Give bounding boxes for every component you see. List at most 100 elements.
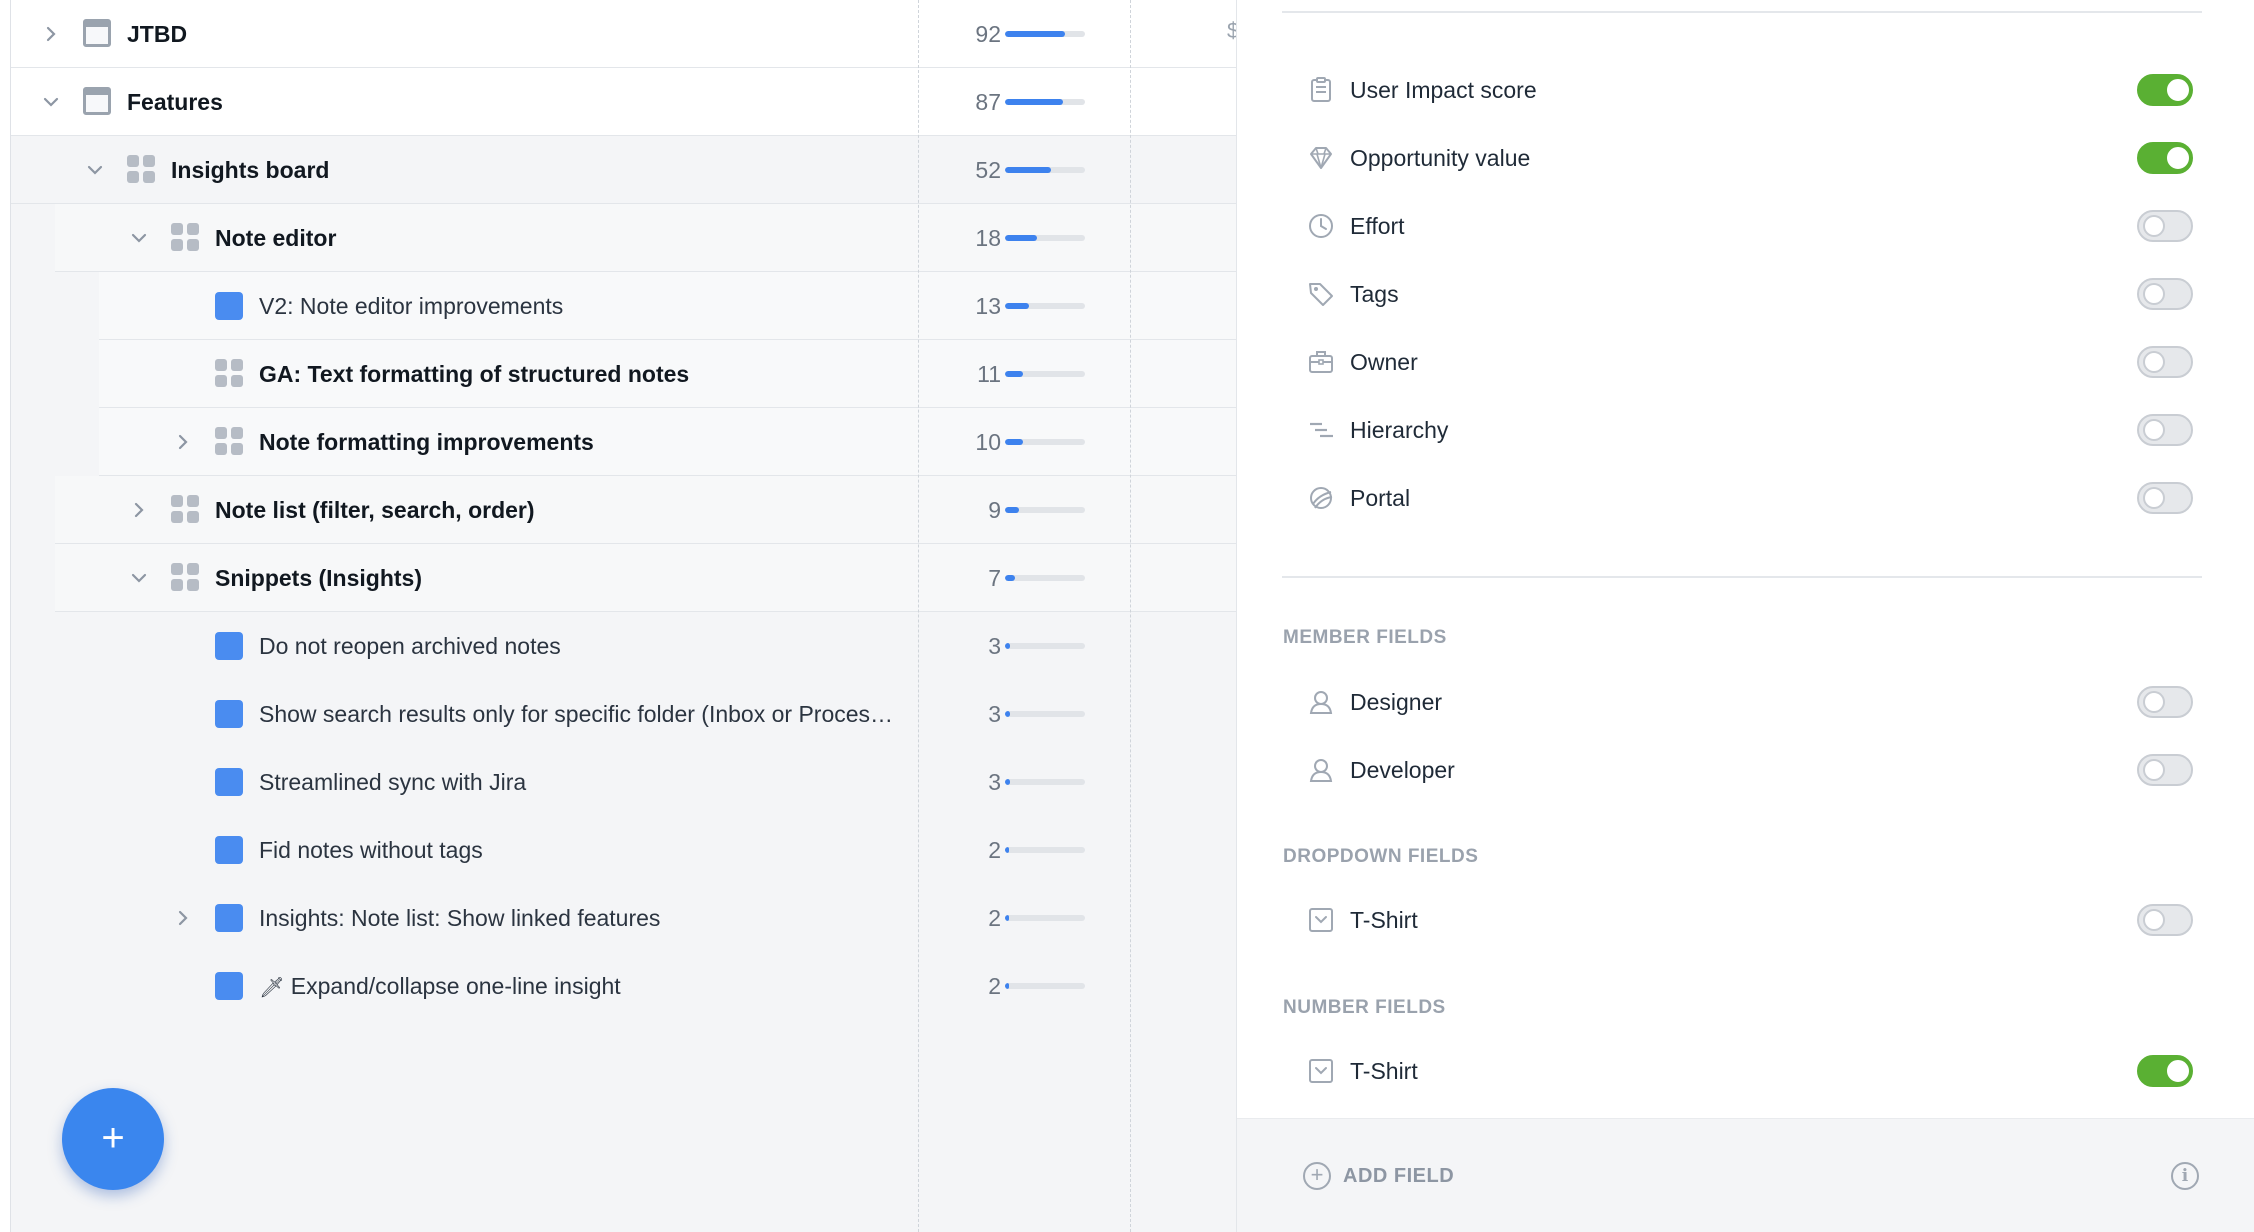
fields-panel: User Impact score Opportunity value Effo… xyxy=(1236,0,2254,1232)
tree-row-feature[interactable]: Insights: Note list: Show linked feature… xyxy=(11,884,1236,952)
chevron-down-icon[interactable] xyxy=(129,228,149,248)
score-value: 7 xyxy=(988,565,1001,591)
person-icon xyxy=(1307,688,1335,716)
row-label: GA: Text formatting of structured notes xyxy=(259,361,690,387)
board-icon xyxy=(171,495,199,523)
row-label: Fid notes without tags xyxy=(259,837,483,863)
score-value: 87 xyxy=(975,89,1001,115)
tree-row-subfeature[interactable]: Note formatting improvements 10 xyxy=(11,408,1236,476)
field-label: Portal xyxy=(1350,485,1411,511)
briefcase-icon xyxy=(1307,348,1335,376)
score-bar xyxy=(1005,507,1085,513)
field-label: T-Shirt xyxy=(1350,907,1418,933)
toggle-tags[interactable] xyxy=(2137,278,2193,310)
window-icon xyxy=(83,87,111,115)
feature-icon xyxy=(215,292,243,320)
add-item-button[interactable]: + xyxy=(62,1088,164,1190)
row-label: Streamlined sync with Jira xyxy=(259,769,527,795)
toggle-designer[interactable] xyxy=(2137,686,2193,718)
feature-icon xyxy=(215,836,243,864)
add-field-button[interactable]: + ADD FIELD xyxy=(1303,1159,1454,1193)
section-title-number-fields: NUMBER FIELDS xyxy=(1283,997,1446,1018)
field-label: Tags xyxy=(1350,281,1399,307)
row-label: Insights board xyxy=(171,157,330,183)
score-bar xyxy=(1005,575,1085,581)
row-label: 🗡 Expand/collapse one-line insight xyxy=(259,973,621,999)
tree-row-features[interactable]: Features 87 xyxy=(11,68,1236,136)
tree-row-subfeature[interactable]: GA: Text formatting of structured notes … xyxy=(11,340,1236,408)
diamond-icon xyxy=(1307,144,1335,172)
field-row-portal: Portal xyxy=(1237,464,2254,532)
field-label: Hierarchy xyxy=(1350,417,1449,443)
toggle-tshirt-number[interactable] xyxy=(2137,1055,2193,1087)
toggle-effort[interactable] xyxy=(2137,210,2193,242)
score-value: 9 xyxy=(988,497,1001,523)
column-divider xyxy=(1130,0,1131,1232)
toggle-portal[interactable] xyxy=(2137,482,2193,514)
score-value: 18 xyxy=(975,225,1001,251)
chevron-right-icon[interactable] xyxy=(173,432,193,452)
toggle-user-impact-score[interactable] xyxy=(2137,74,2193,106)
column-divider xyxy=(918,0,919,1232)
score-bar xyxy=(1005,847,1085,853)
tree-row-note-list[interactable]: Note list (filter, search, order) 9 xyxy=(11,476,1236,544)
feature-icon xyxy=(215,904,243,932)
chevron-down-icon[interactable] xyxy=(41,92,61,112)
score-value: 10 xyxy=(975,429,1001,455)
chevron-down-icon[interactable] xyxy=(85,160,105,180)
row-label: Note formatting improvements xyxy=(259,429,594,455)
toggle-developer[interactable] xyxy=(2137,754,2193,786)
field-row-effort: Effort xyxy=(1237,192,2254,260)
dagger-emoji-icon: 🗡 xyxy=(259,977,285,999)
tree-row-feature[interactable]: Streamlined sync with Jira 3 xyxy=(11,748,1236,816)
field-label: Opportunity value xyxy=(1350,145,1531,171)
field-row-owner: Owner xyxy=(1237,328,2254,396)
tree-row-insights-board[interactable]: Insights board 52 xyxy=(11,136,1236,204)
hierarchy-icon xyxy=(1307,416,1335,444)
info-icon[interactable]: i xyxy=(2171,1162,2199,1190)
score-bar xyxy=(1005,439,1085,445)
chevron-right-icon[interactable] xyxy=(41,24,61,44)
portal-icon xyxy=(1307,484,1335,512)
board-icon xyxy=(215,359,243,387)
score-value: 3 xyxy=(988,701,1001,727)
tree-row-jtbd[interactable]: JTBD 92 xyxy=(11,0,1236,68)
row-label: Insights: Note list: Show linked feature… xyxy=(259,905,661,931)
score-value: 3 xyxy=(988,769,1001,795)
tree-row-note-editor[interactable]: Note editor 18 xyxy=(11,204,1236,272)
tree-row-feature[interactable]: Fid notes without tags 2 xyxy=(11,816,1236,884)
toggle-tshirt-dropdown[interactable] xyxy=(2137,904,2193,936)
score-bar xyxy=(1005,779,1085,785)
toggle-owner[interactable] xyxy=(2137,346,2193,378)
window-icon xyxy=(83,19,111,47)
next-column-clip: $ xyxy=(1227,18,1236,44)
toggle-hierarchy[interactable] xyxy=(2137,414,2193,446)
score-bar xyxy=(1005,303,1085,309)
score-value: 11 xyxy=(977,361,1001,387)
score-bar xyxy=(1005,915,1085,921)
score-value: 2 xyxy=(988,905,1001,931)
panel-footer: + ADD FIELD i xyxy=(1237,1118,2254,1232)
tree-row-feature[interactable]: V2: Note editor improvements 13 xyxy=(11,272,1236,340)
score-value: 2 xyxy=(988,837,1001,863)
field-row-tshirt-number: T-Shirt xyxy=(1237,1037,2254,1105)
tree-row-feature[interactable]: Show search results only for specific fo… xyxy=(11,680,1236,748)
tree-row-snippets[interactable]: Snippets (Insights) 7 xyxy=(11,544,1236,612)
tag-icon xyxy=(1307,280,1335,308)
person-icon xyxy=(1307,756,1335,784)
chevron-right-icon[interactable] xyxy=(173,908,193,928)
chevron-down-icon[interactable] xyxy=(129,568,149,588)
dropdown-icon xyxy=(1307,1057,1335,1085)
score-bar xyxy=(1005,711,1085,717)
chevron-right-icon[interactable] xyxy=(129,500,149,520)
toggle-opportunity-value[interactable] xyxy=(2137,142,2193,174)
field-label: Effort xyxy=(1350,213,1405,239)
board-icon xyxy=(171,223,199,251)
score-value: 52 xyxy=(975,157,1001,183)
score-value: 92 xyxy=(975,21,1001,47)
field-label: T-Shirt xyxy=(1350,1058,1418,1084)
field-row-tags: Tags xyxy=(1237,260,2254,328)
tree-row-feature[interactable]: 🗡 Expand/collapse one-line insight 2 xyxy=(11,952,1236,1020)
tree-row-feature[interactable]: Do not reopen archived notes 3 xyxy=(11,612,1236,680)
feature-tree-panel: JTBD 92 Features 87 Insights board 52 No… xyxy=(10,0,1236,1232)
